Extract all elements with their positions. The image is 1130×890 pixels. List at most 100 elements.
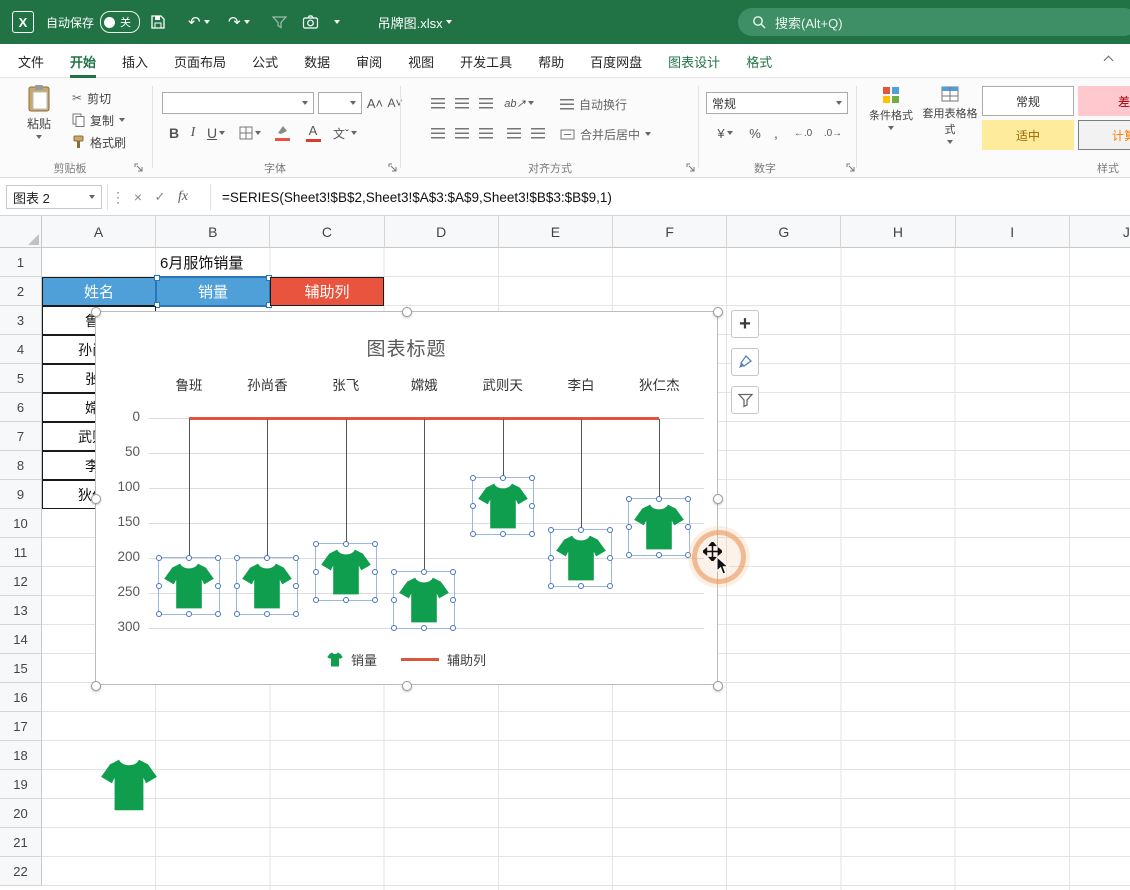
menu-tab[interactable]: 文件 <box>18 44 44 78</box>
tshirt-marker[interactable] <box>241 562 293 610</box>
marker-handle[interactable] <box>548 583 554 589</box>
conditional-formatting-button[interactable]: 条件格式 <box>864 86 918 130</box>
data-point-marker[interactable] <box>472 477 534 535</box>
marker-handle[interactable] <box>421 625 427 631</box>
align-center-icon[interactable] <box>452 122 472 144</box>
marker-handle[interactable] <box>156 611 162 617</box>
number-dialog-launcher[interactable] <box>846 162 856 176</box>
marker-handle[interactable] <box>500 531 506 537</box>
marker-handle[interactable] <box>186 555 192 561</box>
row-header-22[interactable]: 22 <box>0 857 42 886</box>
menu-tab[interactable]: 页面布局 <box>174 44 226 78</box>
font-dialog-launcher[interactable] <box>388 162 398 176</box>
marker-handle[interactable] <box>450 597 456 603</box>
row-header-3[interactable]: 3 <box>0 306 42 335</box>
marker-handle[interactable] <box>391 597 397 603</box>
chart-handle-w[interactable] <box>91 494 101 504</box>
increase-decimal-button[interactable]: ←.0 <box>790 122 816 144</box>
marker-handle[interactable] <box>685 524 691 530</box>
marker-handle[interactable] <box>626 524 632 530</box>
qat-customize-caret[interactable] <box>334 0 340 44</box>
font-name-combo[interactable] <box>162 92 314 114</box>
cell-c2-header[interactable]: 辅助列 <box>270 277 384 306</box>
marker-handle[interactable] <box>215 611 221 617</box>
borders-button[interactable] <box>236 122 264 144</box>
redo-button[interactable]: ↷ <box>228 0 250 44</box>
data-point-marker[interactable] <box>393 571 455 629</box>
cell-style-计算[interactable]: 计算 <box>1078 120 1130 150</box>
merge-center-button[interactable]: 合并后居中 <box>560 124 651 144</box>
marker-handle[interactable] <box>372 597 378 603</box>
tshirt-marker[interactable] <box>320 548 372 596</box>
select-all-corner[interactable] <box>0 216 42 248</box>
menu-tab[interactable]: 帮助 <box>538 44 564 78</box>
menu-tab[interactable]: 审阅 <box>356 44 382 78</box>
row-header-19[interactable]: 19 <box>0 770 42 799</box>
marker-handle[interactable] <box>450 569 456 575</box>
marker-handle[interactable] <box>313 541 319 547</box>
data-point-marker[interactable] <box>158 557 220 615</box>
cancel-icon[interactable]: × <box>128 178 148 216</box>
increase-indent-icon[interactable] <box>528 122 548 144</box>
chart-legend[interactable]: 销量辅助列 <box>96 650 717 669</box>
tshirt-marker[interactable] <box>163 562 215 610</box>
menu-tab[interactable]: 插入 <box>122 44 148 78</box>
marker-handle[interactable] <box>372 541 378 547</box>
chart-handle-s[interactable] <box>402 681 412 691</box>
align-left-icon[interactable] <box>428 122 448 144</box>
accounting-format-button[interactable]: ¥ <box>710 122 740 144</box>
align-right-icon[interactable] <box>476 122 496 144</box>
marker-handle[interactable] <box>313 597 319 603</box>
marker-handle[interactable] <box>656 552 662 558</box>
marker-handle[interactable] <box>215 555 221 561</box>
marker-handle[interactable] <box>234 611 240 617</box>
insert-function-icon[interactable]: fx <box>172 178 194 216</box>
row-header-13[interactable]: 13 <box>0 596 42 625</box>
row-header-8[interactable]: 8 <box>0 451 42 480</box>
chart[interactable]: 图表标题 050100150200250300鲁班孙尚香张飞嫦娥武则天李白狄仁杰… <box>95 311 718 685</box>
data-point-marker[interactable] <box>628 498 690 556</box>
row-header-16[interactable]: 16 <box>0 683 42 712</box>
cell-style-差[interactable]: 差 <box>1078 86 1130 116</box>
column-header-I[interactable]: I <box>956 216 1070 248</box>
column-header-C[interactable]: C <box>270 216 384 248</box>
filter-icon[interactable] <box>272 0 287 44</box>
marker-handle[interactable] <box>313 569 319 575</box>
formula-input[interactable]: =SERIES(Sheet3!$B$2,Sheet3!$A$3:$A$9,She… <box>222 178 612 216</box>
marker-handle[interactable] <box>343 597 349 603</box>
column-header-J[interactable]: J <box>1070 216 1130 248</box>
row-header-7[interactable]: 7 <box>0 422 42 451</box>
menu-tab[interactable]: 格式 <box>746 44 772 78</box>
menu-tab[interactable]: 图表设计 <box>668 44 720 78</box>
row-header-15[interactable]: 15 <box>0 654 42 683</box>
marker-handle[interactable] <box>607 555 613 561</box>
row-header-18[interactable]: 18 <box>0 741 42 770</box>
save-icon[interactable] <box>150 0 166 44</box>
marker-handle[interactable] <box>234 555 240 561</box>
row-header-1[interactable]: 1 <box>0 248 42 277</box>
marker-handle[interactable] <box>685 496 691 502</box>
row-header-21[interactable]: 21 <box>0 828 42 857</box>
menu-tab[interactable]: 数据 <box>304 44 330 78</box>
font-size-combo[interactable] <box>318 92 362 114</box>
cell-a2-header[interactable]: 姓名 <box>42 277 156 306</box>
clipboard-dialog-launcher[interactable] <box>134 162 144 176</box>
decrease-font-icon[interactable]: A˅ <box>386 92 404 114</box>
copy-button[interactable]: 复制 <box>72 110 125 130</box>
marker-handle[interactable] <box>500 475 506 481</box>
column-header-F[interactable]: F <box>613 216 727 248</box>
marker-handle[interactable] <box>391 569 397 575</box>
tshirt-marker[interactable] <box>555 534 607 582</box>
row-header-5[interactable]: 5 <box>0 364 42 393</box>
font-color-button[interactable]: A <box>300 122 326 144</box>
cell-style-常规[interactable]: 常规 <box>982 86 1074 116</box>
align-bottom-icon[interactable] <box>476 92 496 114</box>
row-header-20[interactable]: 20 <box>0 799 42 828</box>
cell-style-适中[interactable]: 适中 <box>982 120 1074 150</box>
row-header-11[interactable]: 11 <box>0 538 42 567</box>
chart-handle-nw[interactable] <box>91 307 101 317</box>
marker-handle[interactable] <box>186 611 192 617</box>
cut-button[interactable]: ✂剪切 <box>72 88 111 108</box>
row-header-6[interactable]: 6 <box>0 393 42 422</box>
marker-handle[interactable] <box>450 625 456 631</box>
